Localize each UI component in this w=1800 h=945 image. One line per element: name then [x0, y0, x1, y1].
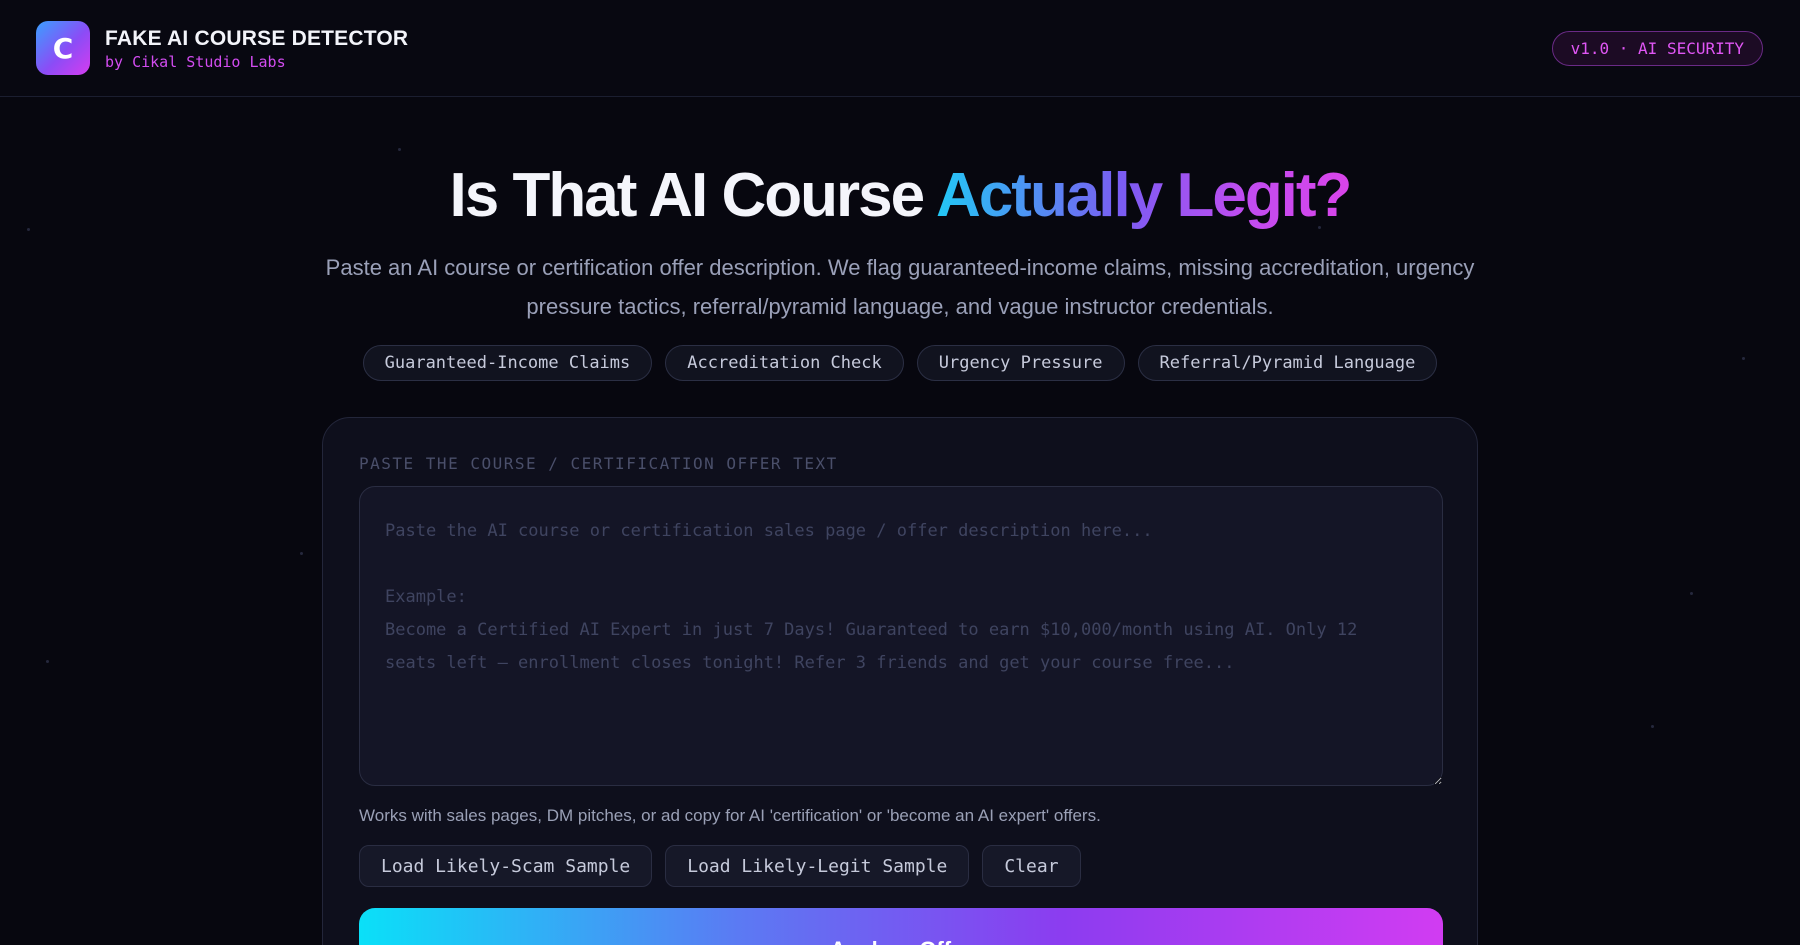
app-title: FAKE AI COURSE DETECTOR: [105, 27, 409, 50]
logo-letter: C: [52, 31, 74, 65]
app-subtitle: by Cikal Studio Labs: [105, 53, 286, 71]
sample-buttons: Load Likely-Scam Sample Load Likely-Legi…: [359, 845, 1081, 887]
clear-button[interactable]: Clear: [982, 845, 1081, 887]
app-header: C FAKE AI COURSE DETECTOR by Cikal Studi…: [0, 0, 1800, 97]
feature-tags: Guaranteed-Income Claims Accreditation C…: [0, 345, 1800, 381]
hero-title-accent: Actually Legit?: [936, 161, 1352, 230]
version-badge: v1.0 · AI SECURITY: [1551, 31, 1763, 66]
load-legit-sample-button[interactable]: Load Likely-Legit Sample: [665, 845, 970, 887]
analyze-offer-button[interactable]: Analyze Offer: [359, 908, 1443, 945]
hero-title: Is That AI Course Actually Legit?: [0, 160, 1800, 231]
hero-description: Paste an AI course or certification offe…: [325, 255, 1475, 319]
offer-text-input[interactable]: [359, 486, 1443, 786]
offer-text-label: PASTE THE COURSE / CERTIFICATION OFFER T…: [359, 454, 838, 473]
analyzer-card: PASTE THE COURSE / CERTIFICATION OFFER T…: [322, 417, 1478, 945]
feature-tag-referral-pyramid: Referral/Pyramid Language: [1137, 345, 1438, 381]
feature-tag-guaranteed-income: Guaranteed-Income Claims: [362, 345, 653, 381]
hero-title-main: Is That AI Course: [449, 161, 937, 230]
load-scam-sample-button[interactable]: Load Likely-Scam Sample: [359, 845, 653, 887]
feature-tag-urgency: Urgency Pressure: [916, 345, 1125, 381]
input-hint: Works with sales pages, DM pitches, or a…: [359, 806, 1101, 825]
app-logo[interactable]: C: [36, 21, 90, 75]
feature-tag-accreditation: Accreditation Check: [665, 345, 904, 381]
